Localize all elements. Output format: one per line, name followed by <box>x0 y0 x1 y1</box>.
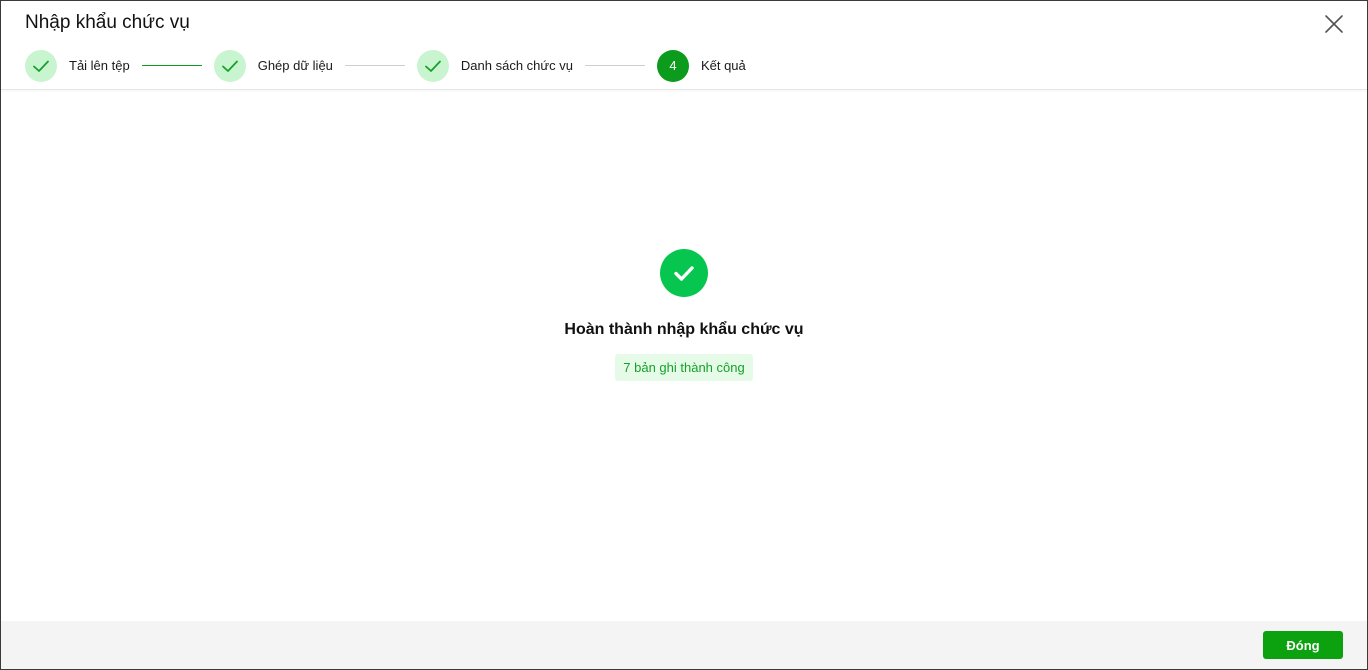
step-2-check-icon <box>213 49 246 82</box>
step-connector-2 <box>344 65 405 66</box>
result-content: Hoàn thành nhập khẩu chức vụ 7 bản ghi t… <box>1 90 1367 621</box>
step-1-label: Tải lên tệp <box>69 58 130 73</box>
import-dialog: Nhập khẩu chức vụ Tải lên tệp Ghép dữ li… <box>0 0 1368 670</box>
success-count-badge: 7 bản ghi thành công <box>615 354 753 381</box>
step-3-label: Danh sách chức vụ <box>460 58 573 73</box>
result-title: Hoàn thành nhập khẩu chức vụ <box>564 321 804 338</box>
result-badge-wrapper: 7 bản ghi thành công <box>1 354 1367 381</box>
dialog-footer: Đóng <box>1 621 1367 669</box>
step-1-check-icon <box>25 49 57 82</box>
step-connector-3 <box>584 65 645 66</box>
close-button[interactable]: Đóng <box>1263 631 1343 659</box>
step-3-check-icon <box>416 49 449 82</box>
step-connector-1 <box>141 65 202 66</box>
success-check-icon <box>660 249 708 297</box>
close-icon[interactable] <box>1321 11 1347 37</box>
step-4-number: 4 <box>656 49 689 82</box>
step-2-label: Ghép dữ liệu <box>257 58 333 73</box>
stepper: Tải lên tệp Ghép dữ liệu Danh sách chức … <box>25 49 746 82</box>
dialog-header: Nhập khẩu chức vụ Tải lên tệp Ghép dữ li… <box>1 1 1367 90</box>
dialog-title: Nhập khẩu chức vụ <box>25 12 190 33</box>
close-icon-graphic <box>1325 15 1343 33</box>
step-4-label: Kết quả <box>700 58 746 73</box>
